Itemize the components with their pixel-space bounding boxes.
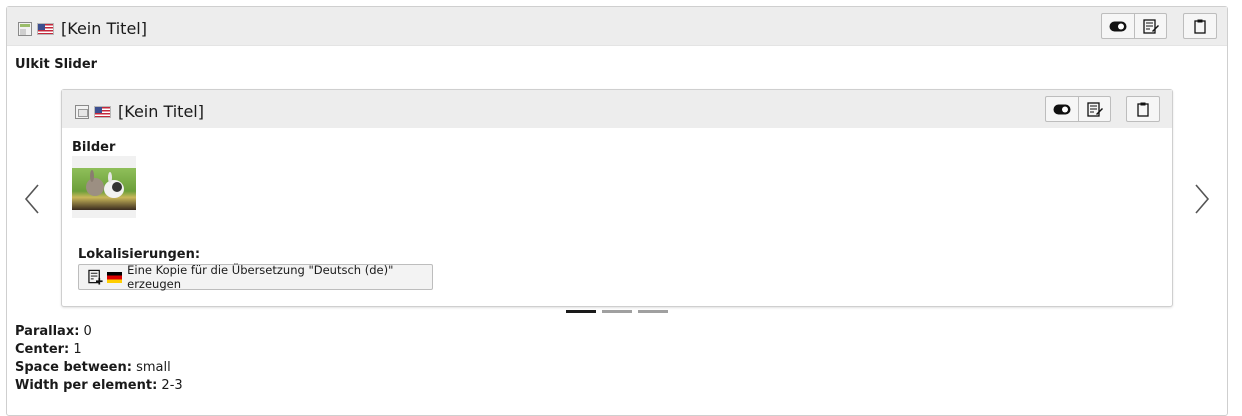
chevron-right-icon[interactable] — [1190, 181, 1214, 217]
element-header: [Kein Titel] — [7, 7, 1227, 46]
slide-title[interactable]: [Kein Titel] — [118, 102, 204, 121]
us-flag-icon — [94, 105, 111, 118]
chevron-left-icon[interactable] — [20, 181, 44, 217]
property-label: Space between: — [15, 360, 132, 375]
toggle-icon — [1109, 21, 1127, 31]
slider-dot-3[interactable] — [638, 310, 668, 313]
clipboard-icon — [1194, 19, 1206, 34]
create-translation-copy-button[interactable]: Eine Kopie für die Übersetzung "Deutsch … — [78, 263, 433, 291]
slide-header: [Kein Titel] — [62, 90, 1172, 128]
element-title[interactable]: [Kein Titel] — [61, 19, 147, 38]
german-flag-icon — [107, 271, 123, 283]
element-action-group — [1101, 13, 1167, 39]
toggle-visibility-button[interactable] — [1102, 14, 1134, 38]
toggle-icon — [1053, 104, 1071, 114]
toggle-visibility-button[interactable] — [1046, 97, 1078, 121]
add-record-icon — [88, 269, 103, 285]
property-value: 0 — [83, 324, 92, 339]
us-flag-icon — [37, 22, 54, 35]
property-parallax: Parallax: 0 — [15, 323, 92, 341]
property-label: Parallax: — [15, 324, 80, 339]
slider-nav-dots — [566, 310, 668, 313]
property-value: 2-3 — [161, 378, 183, 393]
rabbit-thumbnail — [72, 168, 136, 210]
images-label: Bilder — [72, 140, 116, 155]
property-value: small — [136, 360, 171, 375]
property-label: Width per element: — [15, 378, 158, 393]
image-content-icon[interactable] — [75, 104, 89, 119]
edit-button[interactable] — [1134, 14, 1166, 38]
edit-icon — [1142, 19, 1159, 34]
create-translation-copy-label: Eine Kopie für die Übersetzung "Deutsch … — [127, 263, 394, 291]
localizations-label: Lokalisierungen: — [78, 247, 201, 262]
edit-icon — [1086, 102, 1103, 117]
slider-dot-1[interactable] — [566, 310, 596, 313]
property-space-between: Space between: small — [15, 359, 171, 377]
clipboard-icon — [1137, 102, 1149, 117]
slide-action-group — [1045, 96, 1111, 122]
content-element-icon[interactable] — [18, 21, 32, 36]
property-width-per-element: Width per element: 2-3 — [15, 377, 183, 395]
clipboard-button[interactable] — [1183, 13, 1217, 39]
edit-button[interactable] — [1078, 97, 1110, 121]
clipboard-button[interactable] — [1126, 96, 1160, 122]
element-title-row: [Kein Titel] — [18, 19, 147, 38]
property-center: Center: 1 — [15, 341, 82, 359]
content-type-label: UIkit Slider — [15, 57, 98, 72]
property-label: Center: — [15, 342, 70, 357]
slide-image-element: [Kein Titel] Bilder Lokalisierungen: Ein… — [61, 89, 1173, 307]
property-value: 1 — [73, 342, 82, 357]
slide-title-row: [Kein Titel] — [75, 102, 204, 121]
slider-dot-2[interactable] — [602, 310, 632, 313]
image-thumbnail[interactable] — [72, 156, 136, 218]
